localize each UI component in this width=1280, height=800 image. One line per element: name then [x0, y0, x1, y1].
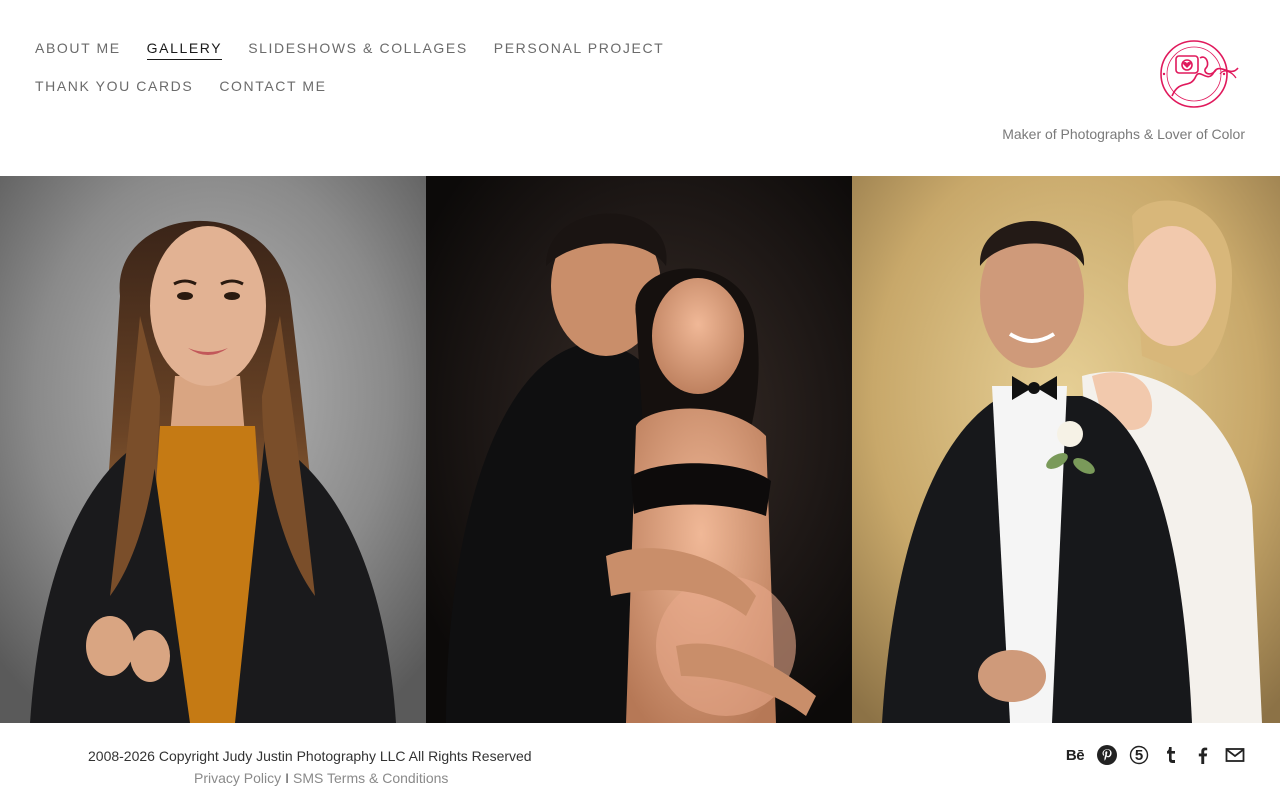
- nav-contact-me[interactable]: CONTACT ME: [219, 78, 326, 97]
- gallery-photo-maternity[interactable]: [426, 176, 852, 723]
- privacy-policy-link[interactable]: Privacy Policy: [194, 770, 281, 786]
- maternity-photo-image: [426, 176, 852, 723]
- nav-thank-you-cards[interactable]: THANK YOU CARDS: [35, 78, 193, 97]
- nav-personal-project[interactable]: PERSONAL PROJECT: [494, 40, 665, 59]
- nav-row-2: THANK YOU CARDS CONTACT ME: [35, 78, 675, 116]
- pinterest-icon[interactable]: [1097, 745, 1117, 765]
- email-icon[interactable]: [1225, 745, 1245, 765]
- behance-icon[interactable]: Bē: [1065, 745, 1085, 765]
- 500px-icon[interactable]: 5: [1129, 745, 1149, 765]
- nav-about-me[interactable]: ABOUT ME: [35, 40, 121, 59]
- gallery-photo-wedding[interactable]: [852, 176, 1280, 723]
- tumblr-icon[interactable]: [1161, 745, 1181, 765]
- nav-slideshows-collages[interactable]: SLIDESHOWS & COLLAGES: [248, 40, 468, 59]
- svg-text:5: 5: [1135, 747, 1143, 764]
- nav-gallery[interactable]: GALLERY: [146, 40, 223, 60]
- wedding-photo-image: [852, 176, 1280, 723]
- portrait-photo-image: [0, 176, 426, 723]
- site-header: ABOUT ME GALLERY SLIDESHOWS & COLLAGES P…: [0, 0, 1280, 176]
- site-footer: 2008-2026 Copyright Judy Justin Photogra…: [0, 723, 1280, 800]
- site-tagline: Maker of Photographs & Lover of Color: [1002, 126, 1245, 142]
- social-links: Bē 5: [1065, 743, 1245, 767]
- copyright-text: 2008-2026 Copyright Judy Justin Photogra…: [88, 748, 532, 764]
- logo-mark-icon: [1160, 40, 1239, 108]
- main-nav: ABOUT ME GALLERY SLIDESHOWS & COLLAGES P…: [35, 40, 675, 116]
- legal-links: Privacy Policy I SMS Terms & Conditions: [194, 770, 448, 786]
- sms-terms-link[interactable]: SMS Terms & Conditions: [293, 770, 448, 786]
- gallery-photo-portrait[interactable]: [0, 176, 426, 723]
- gallery-grid: [0, 176, 1280, 723]
- brand-logo[interactable]: [1150, 38, 1242, 112]
- facebook-icon[interactable]: [1193, 745, 1213, 765]
- nav-row-1: ABOUT ME GALLERY SLIDESHOWS & COLLAGES P…: [35, 40, 675, 78]
- legal-separator: I: [285, 770, 290, 786]
